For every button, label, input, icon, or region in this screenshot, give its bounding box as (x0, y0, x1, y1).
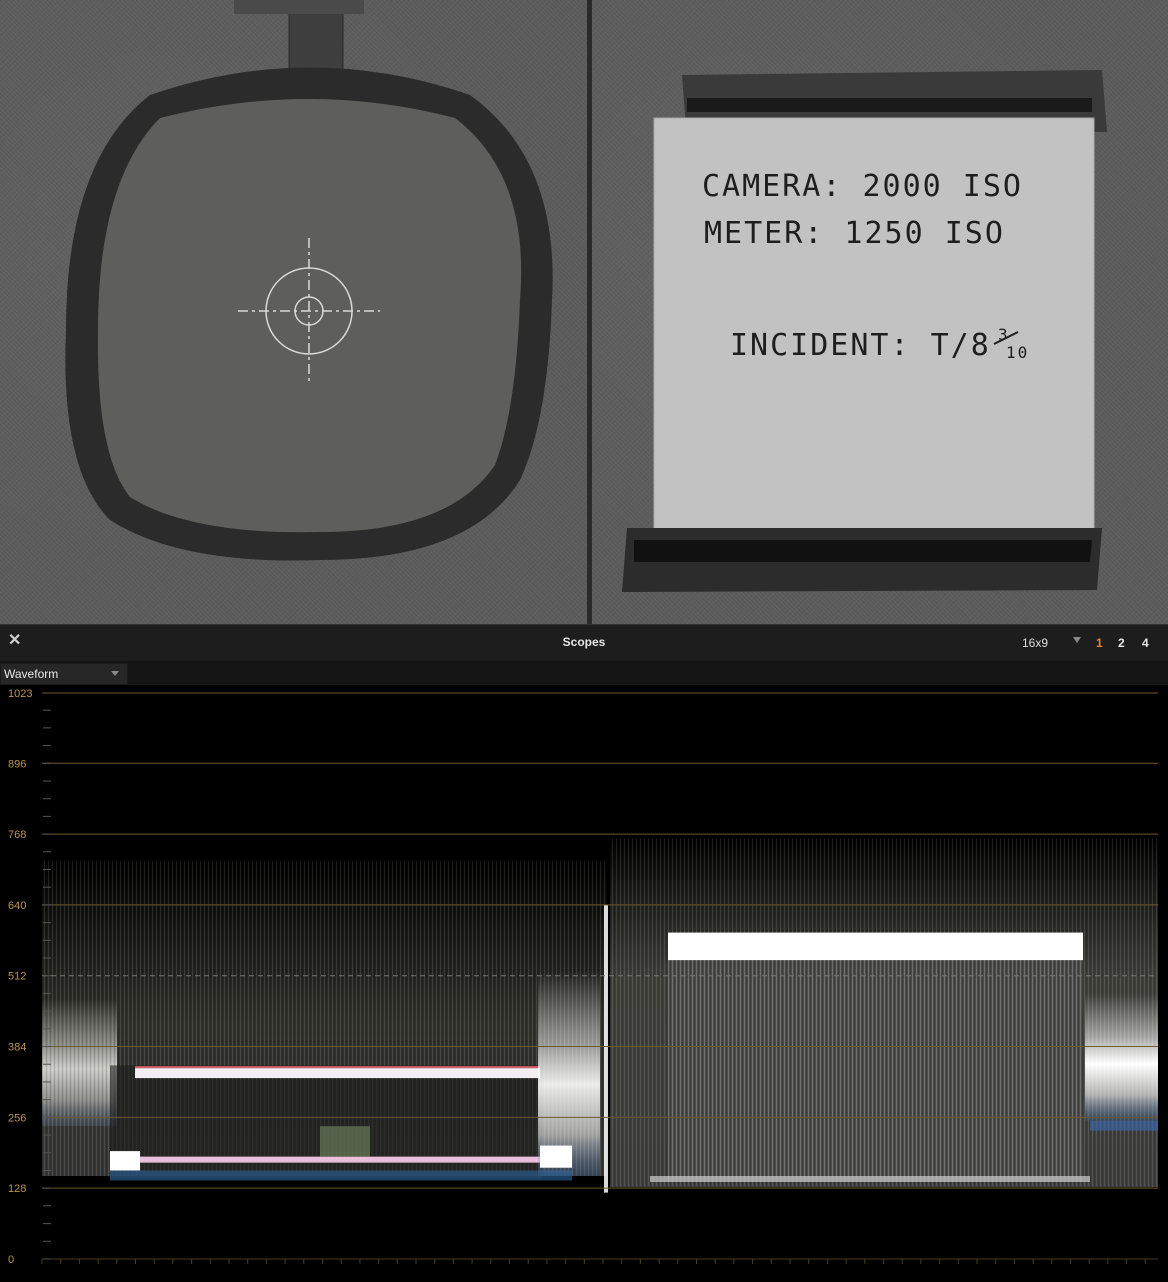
trace-left-notch (110, 1151, 140, 1171)
graticule-label: 512 (8, 971, 26, 983)
scopes-header: ✕ Scopes 16x9 1 2 4 (0, 624, 1168, 662)
aspect-ratio-value: 16x9 (1022, 636, 1049, 650)
graticule-label: 0 (8, 1254, 14, 1266)
waveform-scope: 1023 896 768 640 512 384 256 128 0 (0, 685, 1168, 1282)
trace-left-lower-band (140, 1156, 570, 1163)
scopes-title: Scopes (562, 635, 606, 649)
scope-toolbar: Waveform (0, 661, 1168, 685)
viewer-left-panel (0, 0, 587, 624)
graticule-label: 768 (8, 829, 26, 841)
viewer: CAMERA: 2000 ISO METER: 1250 ISO INCIDEN… (0, 0, 1168, 624)
chevron-down-icon (111, 671, 119, 676)
slate-board-image: CAMERA: 2000 ISO METER: 1250 ISO INCIDEN… (622, 70, 1107, 592)
scope-type-select[interactable]: Waveform (0, 663, 128, 685)
viewer-right-panel: CAMERA: 2000 ISO METER: 1250 ISO INCIDEN… (592, 0, 1168, 624)
trace-right-lower-band (650, 1176, 1090, 1183)
layout-1-button[interactable]: 1 (1096, 636, 1103, 650)
slate-line-meter: METER: 1250 ISO (704, 216, 1005, 251)
chevron-down-icon (1073, 637, 1081, 643)
waveform-trace (42, 838, 1158, 1193)
layout-2-button[interactable]: 2 (1118, 636, 1125, 650)
slate-fraction-den: 10 (1006, 343, 1029, 362)
trace-right-upper-band (668, 932, 1083, 961)
graticule-label: 128 (8, 1183, 26, 1195)
graticule-label: 896 (8, 758, 26, 770)
slate-line-incident: INCIDENT: T/8 (730, 328, 991, 363)
graticule-label: 1023 (8, 688, 32, 700)
trace-left-upper-band (135, 1068, 540, 1079)
trace-center-spike (604, 904, 608, 1193)
aspect-ratio-select[interactable]: 16x9 (1017, 632, 1085, 652)
graticule-label: 384 (8, 1042, 26, 1054)
trace-right-edge (1085, 993, 1158, 1121)
scope-type-value: Waveform (4, 667, 59, 681)
waveform-plot: 1023 896 768 640 512 384 256 128 0 (8, 688, 1158, 1266)
graticule-label: 256 (8, 1112, 26, 1124)
grey-card-image (65, 0, 553, 561)
layout-4-button[interactable]: 4 (1142, 636, 1149, 650)
slate-line-camera: CAMERA: 2000 ISO (702, 169, 1023, 204)
graticule-label: 640 (8, 900, 26, 912)
